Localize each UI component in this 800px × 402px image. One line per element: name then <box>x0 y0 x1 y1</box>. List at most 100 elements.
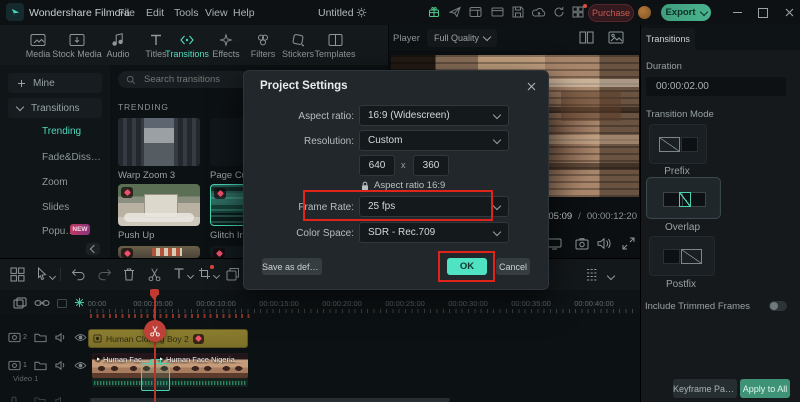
apply-to-all-button[interactable]: Apply to All <box>740 379 790 398</box>
color-space-dropdown[interactable]: SDR - Rec.709 <box>359 222 509 243</box>
menu-view[interactable]: View <box>205 7 228 19</box>
track-mute-icon[interactable] <box>55 332 68 343</box>
thumb-buildings-left <box>118 118 144 166</box>
timeline-ruler[interactable]: 00:00 00:00:05:00 00:00:10:00 00:00:15:0… <box>0 290 640 314</box>
track-lock-folder-icon[interactable] <box>34 360 47 371</box>
transition-thumb-push-up[interactable] <box>118 184 200 226</box>
close-icon <box>785 8 794 17</box>
track-number: 1 <box>23 362 27 369</box>
volume-icon[interactable] <box>597 237 612 250</box>
menu-help[interactable]: Help <box>233 7 255 19</box>
record-screen-icon[interactable] <box>13 297 27 309</box>
card-icon[interactable] <box>491 6 504 18</box>
dialog-close-button[interactable] <box>522 77 540 95</box>
aspect-ratio-dropdown[interactable]: 16:9 (Widescreen) <box>359 105 509 126</box>
sync-icon[interactable] <box>553 6 565 18</box>
split-view-icon[interactable] <box>579 31 594 44</box>
track-number: 2 <box>23 334 27 341</box>
close-button[interactable] <box>778 0 800 25</box>
play-on-device-icon[interactable] <box>547 237 562 250</box>
resolution-dropdown[interactable]: Custom <box>359 130 509 151</box>
mode-overlap-label: Overlap <box>647 222 718 233</box>
track-visibility-eye-icon[interactable] <box>74 361 87 370</box>
cancel-button[interactable]: Cancel <box>496 258 530 275</box>
save-icon[interactable] <box>512 6 524 18</box>
export-button[interactable]: Export <box>661 4 711 21</box>
transition-handle[interactable] <box>150 359 161 365</box>
timeline-scrollbar[interactable] <box>90 398 450 402</box>
pointer-tool[interactable] <box>36 267 55 281</box>
track-lock-folder-icon[interactable] <box>34 332 47 343</box>
split-playhead-scissors-badge[interactable] <box>144 320 166 342</box>
minimize-button[interactable] <box>726 0 748 25</box>
split-scissors-icon[interactable] <box>147 267 162 282</box>
sidebar-item-trending[interactable]: Trending <box>42 126 104 137</box>
menu-file[interactable]: File <box>118 7 135 19</box>
duration-input[interactable]: 00:00:02.00 <box>646 77 786 96</box>
player-header: Player Full Quality <box>389 25 641 51</box>
link-clips-icon[interactable] <box>34 298 50 308</box>
track-mute-icon[interactable] <box>55 360 68 371</box>
playhead-handle[interactable] <box>150 289 159 300</box>
annotation-frame-rate-highlight <box>303 190 493 221</box>
maximize-button[interactable] <box>752 0 774 25</box>
panel-layout-icon[interactable] <box>469 6 482 18</box>
ruler-label: 00:00:35:00 <box>499 299 563 308</box>
fullscreen-icon[interactable] <box>622 237 635 250</box>
project-settings-gear-icon[interactable] <box>356 7 367 18</box>
track-label: Video 1 <box>13 374 38 383</box>
keyframe-panel-button[interactable]: Keyframe Panel <box>673 379 737 398</box>
sidebar-item-transitions-group[interactable]: Transitions <box>8 98 102 118</box>
pro-gem-icon <box>214 188 226 199</box>
dropdown-caret-icon <box>493 227 501 235</box>
transition-overlay[interactable] <box>141 363 170 391</box>
sidebar-collapse-button[interactable] <box>86 243 100 255</box>
snapshot-camera-icon[interactable] <box>575 237 589 250</box>
delete-trash-icon[interactable] <box>122 267 136 282</box>
text-tool[interactable] <box>173 267 193 280</box>
width-input[interactable]: 640 <box>359 155 395 176</box>
pro-gem-icon <box>121 187 133 198</box>
include-trimmed-frames-toggle[interactable] <box>769 301 787 311</box>
height-input[interactable]: 360 <box>413 155 449 176</box>
overlap-mode-icon <box>663 191 705 206</box>
quality-dropdown[interactable]: Full Quality <box>427 29 497 47</box>
mode-postfix-button[interactable] <box>649 236 715 276</box>
crop-tool[interactable] <box>198 267 219 280</box>
layout-grid-icon[interactable] <box>10 267 25 282</box>
menu-tools[interactable]: Tools <box>174 7 199 19</box>
menu-edit[interactable]: Edit <box>146 7 164 19</box>
avatar[interactable] <box>638 6 651 19</box>
share-icon[interactable] <box>449 6 461 18</box>
workspace-icon[interactable] <box>572 6 584 18</box>
aspect-ratio-value: 16:9 (Widescreen) <box>368 110 450 121</box>
track-header-partial <box>0 393 88 402</box>
mode-overlap-button[interactable] <box>647 178 720 218</box>
sidebar-item-slides[interactable]: Slides <box>42 202 104 213</box>
transition-thumb-partial[interactable] <box>118 246 200 258</box>
clone-icon[interactable] <box>226 267 240 281</box>
time-total: 00:00:12:20 <box>587 211 637 222</box>
cloud-upload-icon[interactable] <box>532 6 546 18</box>
sidebar: Mine Transitions Trending Fade&Dissolve … <box>0 65 111 258</box>
snapshot-image-icon[interactable] <box>608 31 624 44</box>
purchase-button[interactable]: Purchase <box>588 4 634 22</box>
sidebar-item-zoom[interactable]: Zoom <box>42 177 104 188</box>
track-visibility-eye-icon[interactable] <box>74 333 87 342</box>
tab-transitions-properties[interactable]: Transitions <box>641 28 695 50</box>
snap-icon[interactable] <box>56 298 68 309</box>
undo-icon[interactable] <box>71 268 86 281</box>
transitions-icon <box>179 33 195 47</box>
sidebar-item-mine[interactable]: Mine <box>8 73 102 93</box>
dropdown-caret-icon <box>493 201 501 209</box>
save-as-default-button[interactable]: Save as default <box>262 258 322 275</box>
clip-overlay-track[interactable]: Human Cloning Boy 2 <box>88 329 248 348</box>
mode-prefix-button[interactable] <box>649 124 707 164</box>
redo-icon[interactable] <box>97 268 112 281</box>
track-manager-icon[interactable] <box>585 267 599 282</box>
gift-icon[interactable] <box>428 6 440 18</box>
track-manager-caret-icon[interactable] <box>607 272 615 280</box>
sidebar-item-fade-dissolve[interactable]: Fade&Dissolve <box>42 152 106 163</box>
playhead-line[interactable] <box>154 290 156 402</box>
transition-thumb-warp-zoom-3[interactable] <box>118 118 200 166</box>
